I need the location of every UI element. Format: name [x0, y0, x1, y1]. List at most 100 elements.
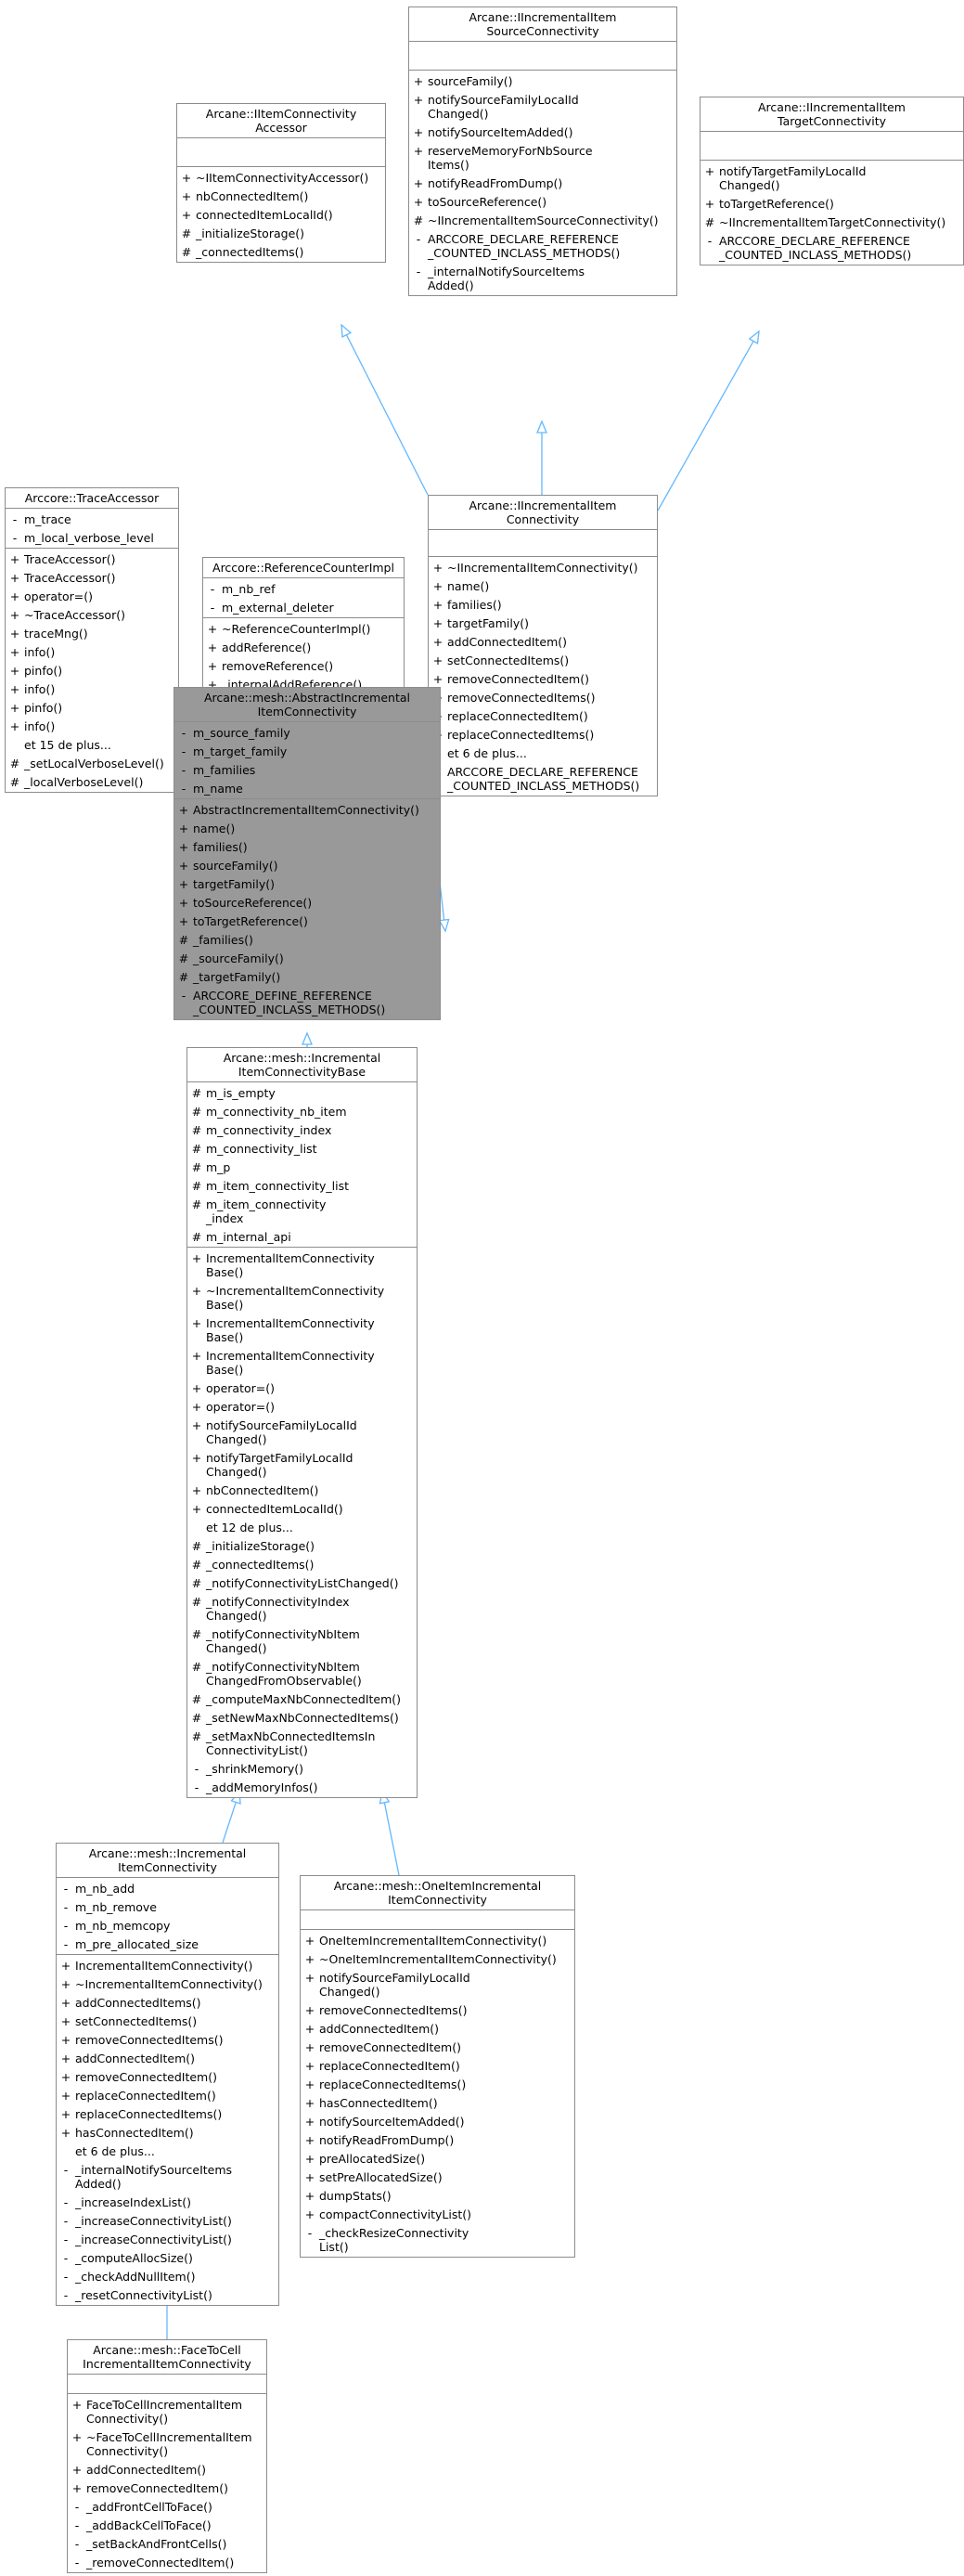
method-item[interactable]: + setConnectedItems(): [57, 2012, 278, 2030]
class-title[interactable]: Arcane::mesh::Incremental ItemConnectivi…: [57, 1844, 278, 1878]
method-item[interactable]: + connectedItemLocalId(): [187, 1499, 417, 1518]
method-item[interactable]: + toSourceReference(): [409, 192, 676, 211]
method-item[interactable]: + addConnectedItem(): [429, 632, 657, 651]
method-item[interactable]: + hasConnectedItem(): [301, 2093, 574, 2112]
method-item[interactable]: + notifyReadFromDump(): [409, 174, 676, 192]
method-item[interactable]: # _sourceFamily(): [174, 949, 440, 967]
class-title[interactable]: Arcane::IIncrementalItem TargetConnectiv…: [701, 97, 963, 132]
method-item[interactable]: + operator=(): [187, 1397, 417, 1416]
method-item[interactable]: - _shrinkMemory(): [187, 1759, 417, 1778]
method-item[interactable]: - _addFrontCellToFace(): [68, 2497, 266, 2516]
method-item[interactable]: + notifySourceItemAdded(): [301, 2112, 574, 2130]
method-item[interactable]: + hasConnectedItem(): [57, 2123, 278, 2142]
method-item[interactable]: - _computeAllocSize(): [57, 2248, 278, 2267]
method-item[interactable]: +replaceConnectedItem(): [57, 2086, 278, 2104]
method-item[interactable]: -ARCCORE_DECLARE_REFERENCE _COUNTED_INCL…: [429, 762, 657, 795]
method-item[interactable]: + info(): [6, 680, 178, 698]
method-item[interactable]: + ~IncrementalItemConnectivity Base(): [187, 1281, 417, 1314]
method-item[interactable]: + pinfo(): [6, 698, 178, 717]
method-item[interactable]: - _setBackAndFrontCells(): [68, 2534, 266, 2553]
method-item[interactable]: et 6 de plus...: [429, 744, 657, 762]
method-item[interactable]: # _localVerboseLevel(): [6, 772, 178, 791]
class-box-arcane-iincrementalitemsourceconnectivity[interactable]: Arcane::IIncrementalItem SourceConnectiv…: [408, 6, 677, 296]
method-item[interactable]: + removeConnectedItem(): [57, 2067, 278, 2086]
attribute-item[interactable]: # m_internal_api: [187, 1227, 417, 1246]
method-item[interactable]: - ARCCORE_DEFINE_REFERENCE _COUNTED_INCLA…: [174, 986, 440, 1018]
method-item[interactable]: + ~ReferenceCounterImpl(): [203, 619, 404, 638]
method-item[interactable]: + addConnectedItems(): [57, 1993, 278, 2012]
method-item[interactable]: + ~OneItemIncrementalItemConnectivity(): [301, 1949, 574, 1968]
attribute-item[interactable]: # m_item_connectivity _index: [187, 1195, 417, 1227]
method-item[interactable]: + operator=(): [6, 587, 178, 605]
method-item[interactable]: + IncrementalItemConnectivity Base(): [187, 1346, 417, 1379]
class-title[interactable]: Arcane::IIncrementalItem SourceConnectiv…: [409, 7, 676, 42]
method-item[interactable]: + notifySourceFamilyLocalId Changed(): [187, 1416, 417, 1448]
method-item[interactable]: +replaceConnectedItem(): [429, 706, 657, 725]
method-item[interactable]: + addConnectedItem(): [68, 2460, 266, 2479]
method-item[interactable]: + notifyReadFromDump(): [301, 2130, 574, 2149]
method-item[interactable]: # _initializeStorage(): [177, 224, 385, 242]
method-item[interactable]: + removeReference(): [203, 656, 404, 675]
method-item[interactable]: -ARCCORE_DECLARE_REFERENCE _COUNTED_INCL…: [409, 229, 676, 262]
method-item[interactable]: + targetFamily(): [174, 874, 440, 893]
method-item[interactable]: - _increaseConnectivityList(): [57, 2211, 278, 2230]
method-item[interactable]: # _notifyConnectivityNbItem ChangedFromOb…: [187, 1657, 417, 1689]
method-item[interactable]: + sourceFamily(): [409, 71, 676, 90]
method-item[interactable]: + notifyTargetFamilyLocalId Changed(): [701, 162, 963, 194]
attribute-item[interactable]: # m_connectivity_index: [187, 1120, 417, 1139]
class-box-arcane-iincrementalitemtargetconnectivity[interactable]: Arcane::IIncrementalItem TargetConnectiv…: [700, 97, 964, 265]
attribute-item[interactable]: # m_connectivity_nb_item: [187, 1102, 417, 1120]
method-item[interactable]: + removeConnectedItem(): [429, 669, 657, 688]
attribute-item[interactable]: - m_nb_ref: [203, 579, 404, 598]
method-item[interactable]: + setPreAllocatedSize(): [301, 2168, 574, 2186]
method-item[interactable]: # _notifyConnectivityIndex Changed(): [187, 1592, 417, 1625]
method-item[interactable]: +replaceConnectedItems(): [57, 2104, 278, 2123]
method-item[interactable]: - _internalNotifySourceItems Added(): [409, 262, 676, 294]
method-item[interactable]: + traceMng(): [6, 624, 178, 642]
method-item[interactable]: + sourceFamily(): [174, 856, 440, 874]
method-item[interactable]: +replaceConnectedItem(): [301, 2056, 574, 2075]
method-item[interactable]: + reserveMemoryForNbSource Items(): [409, 141, 676, 174]
attribute-item[interactable]: - m_families: [174, 760, 440, 779]
class-box-arcane-mesh-oneitemincrementalitemconnectivity[interactable]: Arcane::mesh::OneItemIncremental ItemCon…: [300, 1875, 575, 2258]
method-item[interactable]: +replaceConnectedItems(): [429, 725, 657, 744]
method-item[interactable]: # _setLocalVerboseLevel(): [6, 754, 178, 772]
method-item[interactable]: - _increaseConnectivityList(): [57, 2230, 278, 2248]
method-item[interactable]: + notifySourceFamilyLocalId Changed(): [409, 90, 676, 123]
method-item[interactable]: + setConnectedItems(): [429, 651, 657, 669]
method-item[interactable]: +replaceConnectedItems(): [301, 2075, 574, 2093]
method-item[interactable]: + addReference(): [203, 638, 404, 656]
attribute-item[interactable]: - m_name: [174, 779, 440, 797]
method-item[interactable]: # _setNewMaxNbConnectedItems(): [187, 1708, 417, 1727]
method-item[interactable]: # _connectedItems(): [177, 242, 385, 261]
method-item[interactable]: + removeConnectedItem(): [68, 2479, 266, 2497]
class-title[interactable]: Arccore::ReferenceCounterImpl: [203, 558, 404, 578]
method-item[interactable]: + info(): [6, 642, 178, 661]
method-item[interactable]: et 6 de plus...: [57, 2142, 278, 2160]
attribute-item[interactable]: - m_nb_add: [57, 1879, 278, 1897]
class-box-arcane-mesh-abstractincrementalitemconnectivity[interactable]: Arcane::mesh::AbstractIncremental ItemCo…: [174, 687, 441, 1020]
method-item[interactable]: + dumpStats(): [301, 2186, 574, 2205]
method-item[interactable]: + TraceAccessor(): [6, 568, 178, 587]
attribute-item[interactable]: # m_connectivity_list: [187, 1139, 417, 1158]
class-box-arcane-iitemconnectivityaccessor[interactable]: Arcane::IItemConnectivity Accessor + ~IIte…: [176, 103, 386, 263]
method-item[interactable]: - _checkResizeConnectivity List(): [301, 2223, 574, 2256]
attribute-item[interactable]: # m_item_connectivity_list: [187, 1176, 417, 1195]
method-item[interactable]: + removeConnectedItem(): [301, 2038, 574, 2056]
method-item[interactable]: + notifySourceFamilyLocalId Changed(): [301, 1968, 574, 2000]
class-title[interactable]: Arcane::mesh::FaceToCell IncrementalItem…: [68, 2340, 266, 2375]
method-item[interactable]: + pinfo(): [6, 661, 178, 680]
method-item[interactable]: + removeConnectedItems(): [301, 2000, 574, 2019]
class-title[interactable]: Arcane::IIncrementalItem Connectivity: [429, 496, 657, 530]
attribute-item[interactable]: - m_source_family: [174, 723, 440, 742]
method-item[interactable]: + IncrementalItemConnectivity(): [57, 1956, 278, 1974]
method-item[interactable]: - _resetConnectivityList(): [57, 2285, 278, 2304]
attribute-item[interactable]: - m_external_deleter: [203, 598, 404, 616]
method-item[interactable]: # ~IIncrementalItemTargetConnectivity(): [701, 213, 963, 231]
method-item[interactable]: + addConnectedItem(): [57, 2049, 278, 2067]
class-box-arcane-mesh-incrementalitemconnectivitybase[interactable]: Arcane::mesh::Incremental ItemConnectivi…: [186, 1047, 418, 1798]
method-item[interactable]: + ~IncrementalItemConnectivity(): [57, 1974, 278, 1993]
attribute-item[interactable]: - m_nb_memcopy: [57, 1916, 278, 1935]
class-title[interactable]: Arcane::mesh::Incremental ItemConnectivi…: [187, 1048, 417, 1082]
method-item[interactable]: + nbConnectedItem(): [177, 187, 385, 205]
